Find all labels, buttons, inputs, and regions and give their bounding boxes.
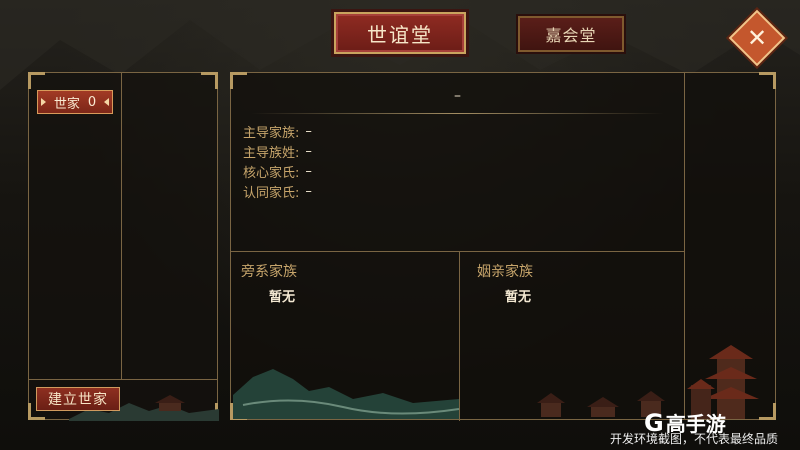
frame-corner [201,403,218,420]
inlaw-families-value: 暂无 [505,290,532,305]
frame-corner [759,403,776,420]
frame-corner [201,72,218,89]
brand-logo: G 高手游 [644,408,726,437]
info-value: – [305,163,312,179]
branch-families-title: 旁系家族 [241,264,297,280]
family-filter-label: 世家 [53,96,80,112]
found-family-button[interactable]: 建立世家 [36,387,120,411]
info-key: 主导族姓: [243,145,300,161]
info-value: – [305,183,312,199]
frame-corner [28,72,45,89]
info-key: 主导家族: [243,125,300,141]
info-key: 核心家氏: [243,165,300,181]
info-key: 认同家氏: [243,185,300,201]
title-underline [251,113,664,114]
info-row-leading-family: 主导家族: – [243,121,312,141]
tab-jiahuitang[interactable]: 嘉会堂 [518,16,624,52]
brand-logo-text: 高手游 [665,412,726,436]
frame-corner [230,403,247,420]
family-filter-button[interactable]: 世家 0 [37,90,113,114]
frame-corner [759,72,776,89]
brand-logo-icon: G [644,408,664,437]
info-row-leading-surname: 主导族姓: – [243,141,312,161]
found-family-label: 建立世家 [48,392,108,408]
inlaw-families-title: 姻亲家族 [477,264,533,280]
panel-divider [459,251,460,421]
family-name-text: – [454,88,461,104]
close-icon: ✕ [746,24,768,52]
info-value: – [305,143,312,159]
panel-divider [231,251,684,252]
family-detail-panel: – 主导家族: – 主导族姓: – 核心家氏: – 认同家氏: – 旁系家族 暂… [230,72,776,421]
branch-families-value: 暂无 [269,290,296,305]
family-count: 0 [87,94,97,110]
landscape-decoration [233,369,459,419]
info-value: – [305,123,312,139]
family-info-list: 主导家族: – 主导族姓: – 核心家氏: – 认同家氏: – [243,121,312,201]
tab-shiyitang[interactable]: 世谊堂 [334,12,466,54]
info-row-allied-clan: 认同家氏: – [243,181,312,201]
tab-shiyitang-label: 世谊堂 [367,22,433,47]
info-row-core-clan: 核心家氏: – [243,161,312,181]
panel-divider [684,73,685,419]
panel-divider [121,73,122,379]
family-name-title: – [233,79,682,113]
tab-jiahuitang-label: 嘉会堂 [545,26,597,45]
panel-divider [29,379,217,380]
family-list-panel [28,72,219,421]
